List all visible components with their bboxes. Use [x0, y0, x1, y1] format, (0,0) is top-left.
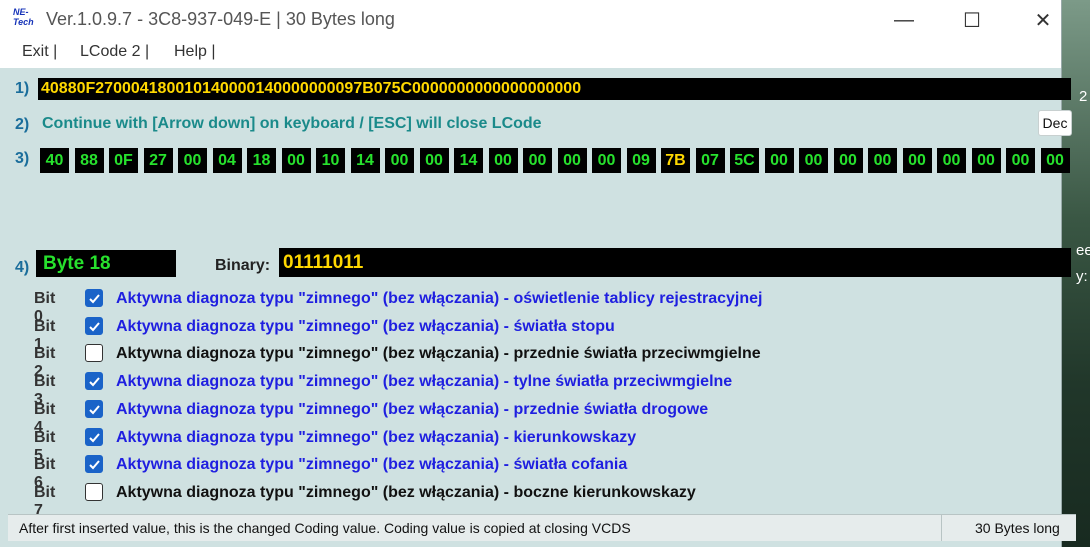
keyboard-hint: Continue with [Arrow down] on keyboard /…: [42, 115, 542, 132]
bit-checkbox[interactable]: [85, 316, 103, 335]
byte-cell[interactable]: 00: [419, 148, 449, 173]
byte-cell[interactable]: 00: [833, 148, 863, 173]
byte-cell[interactable]: 14: [350, 148, 380, 173]
maximize-button[interactable]: ☐: [944, 0, 1000, 40]
bit-description: Aktywna diagnoza typu "zimnego" (bez włą…: [116, 290, 763, 307]
minimize-button[interactable]: —: [876, 0, 932, 40]
background-text: ee: [1076, 242, 1090, 259]
window-title: Ver.1.0.9.7 - 3C8-937-049-E | 30 Bytes l…: [46, 9, 395, 29]
byte-cell[interactable]: 00: [557, 148, 587, 173]
background-text: y:: [1076, 268, 1088, 285]
bit-checkbox[interactable]: [85, 455, 103, 474]
bit-description: Aktywna diagnoza typu "zimnego" (bez włą…: [116, 400, 709, 418]
app-logo: NE-Tech: [13, 7, 34, 27]
byte-cell[interactable]: 27: [143, 148, 173, 173]
status-bar: After first inserted value, this is the …: [8, 514, 1076, 541]
menu-help[interactable]: Help |: [174, 43, 216, 61]
close-icon: ✕: [1034, 9, 1052, 32]
byte-cell[interactable]: 09: [626, 148, 656, 173]
binary-value-field[interactable]: 01111011: [279, 248, 1071, 277]
byte-cell[interactable]: 00: [1040, 148, 1070, 173]
bit-checkbox[interactable]: [85, 372, 103, 391]
status-separator: [941, 515, 942, 541]
coding-value-field[interactable]: 40880F270004180010140000140000000097B075…: [38, 78, 1071, 100]
byte-cell[interactable]: 00: [385, 148, 414, 173]
byte-cell[interactable]: 00: [868, 148, 897, 173]
byte-cell[interactable]: 14: [454, 148, 483, 173]
bit-description: Aktywna diagnoza typu "zimnego" (bez włą…: [116, 373, 733, 391]
byte-cell[interactable]: 00: [1006, 148, 1035, 173]
byte-cell[interactable]: 00: [764, 148, 794, 173]
byte-cell[interactable]: 0F: [109, 148, 138, 173]
byte-cell[interactable]: 18: [247, 148, 276, 173]
menu-bar: Exit | LCode 2 | Help |: [0, 40, 1061, 68]
status-size: 30 Bytes long: [975, 520, 1060, 536]
byte-cell[interactable]: 00: [799, 148, 828, 173]
byte-cell[interactable]: 00: [971, 148, 1001, 173]
background-text: 2: [1079, 88, 1088, 105]
row-label-2: 2): [15, 116, 30, 133]
bit-checkbox[interactable]: [85, 289, 103, 307]
bit-description: Aktywna diagnoza typu "zimnego" (bez włą…: [116, 317, 615, 335]
byte-cell[interactable]: 5C: [730, 148, 759, 173]
binary-label: Binary:: [215, 257, 271, 274]
byte-cell[interactable]: 00: [178, 148, 207, 173]
minimize-icon: —: [894, 8, 914, 31]
byte-cell[interactable]: 88: [74, 148, 104, 173]
byte-cell[interactable]: 00: [281, 148, 311, 173]
byte-cell[interactable]: 00: [937, 148, 966, 173]
bit-description: Aktywna diagnoza typu "zimnego" (bez włą…: [116, 456, 628, 474]
bit-checkbox[interactable]: [85, 427, 103, 446]
byte-cell[interactable]: 04: [212, 148, 242, 173]
menu-lcode2[interactable]: LCode 2 |: [80, 43, 149, 61]
byte-cell[interactable]: 00: [592, 148, 621, 173]
bit-description: Aktywna diagnoza typu "zimnego" (bez włą…: [116, 483, 696, 501]
maximize-icon: ☐: [963, 9, 981, 32]
row-label-1: 1): [15, 80, 30, 97]
menu-exit[interactable]: Exit |: [22, 43, 57, 61]
byte-cell[interactable]: 7B: [661, 148, 690, 173]
bit-description: Aktywna diagnoza typu "zimnego" (bez włą…: [116, 345, 761, 363]
byte-cell[interactable]: 10: [316, 148, 345, 173]
dec-button[interactable]: Dec: [1038, 110, 1072, 136]
bit-description: Aktywna diagnoza typu "zimnego" (bez włą…: [116, 428, 637, 446]
status-message: After first inserted value, this is the …: [19, 520, 631, 536]
title-bar[interactable]: NE-Tech Ver.1.0.9.7 - 3C8-937-049-E | 30…: [0, 0, 1061, 40]
byte-cell[interactable]: 07: [695, 148, 725, 173]
byte-cell[interactable]: 00: [523, 148, 552, 173]
bit-checkbox[interactable]: [85, 399, 103, 418]
bit-checkbox[interactable]: [85, 344, 103, 363]
bit-checkbox[interactable]: [85, 482, 103, 501]
row-label-3: 3): [15, 150, 30, 167]
byte-cell[interactable]: 00: [902, 148, 932, 173]
byte-cell[interactable]: 40: [40, 148, 69, 173]
close-button[interactable]: ✕: [1015, 0, 1071, 40]
row-label-4: 4): [15, 259, 30, 276]
byte-cell[interactable]: 00: [488, 148, 518, 173]
selected-byte-label: Byte 18: [36, 250, 176, 277]
lcode-window: NE-Tech Ver.1.0.9.7 - 3C8-937-049-E | 30…: [0, 0, 1076, 547]
